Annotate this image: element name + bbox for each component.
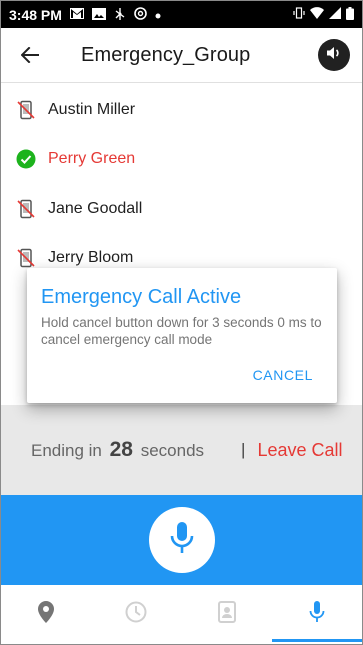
- ending-countdown: Ending in 28 seconds: [31, 438, 204, 462]
- member-list: Austin Miller Perry Green Jane Goodall J…: [1, 85, 362, 283]
- phone-off-icon: [15, 198, 37, 220]
- ending-prefix: Ending in: [31, 441, 102, 460]
- battery-icon: [346, 6, 354, 23]
- dot-icon: [155, 8, 161, 21]
- cancel-button[interactable]: CANCEL: [253, 367, 313, 383]
- leave-call-button[interactable]: Leave Call: [257, 440, 342, 461]
- status-bar: 3:48 PM: [1, 1, 362, 28]
- tab-history[interactable]: [91, 585, 181, 644]
- page-title: Emergency_Group: [81, 43, 251, 66]
- arrow-back-icon[interactable]: [15, 40, 45, 70]
- signal-icon: [329, 7, 341, 22]
- app-bar: Emergency_Group: [1, 28, 362, 83]
- separator: |: [241, 440, 246, 459]
- member-name: Jerry Bloom: [48, 249, 134, 267]
- member-name: Austin Miller: [48, 100, 136, 118]
- status-time: 3:48 PM: [9, 6, 62, 23]
- tab-contacts[interactable]: [182, 585, 272, 644]
- check-circle-icon: [15, 148, 37, 170]
- emergency-dialog: Emergency Call Active Hold cancel button…: [27, 268, 337, 403]
- photo-icon: [91, 7, 106, 22]
- member-name: Perry Green: [48, 150, 136, 168]
- member-name: Jane Goodall: [48, 199, 143, 217]
- speaker-icon: [326, 46, 342, 65]
- system-icons: [293, 6, 354, 23]
- seconds-value: 28: [109, 438, 133, 461]
- contacts-icon: [217, 601, 237, 628]
- clock-icon: [125, 601, 147, 628]
- dialog-message: Hold cancel button down for 3 seconds 0 …: [41, 315, 322, 347]
- gmail-icon: [69, 8, 84, 21]
- list-item[interactable]: Perry Green: [1, 135, 362, 185]
- phone-off-icon: [15, 99, 37, 121]
- location-pin-icon: [38, 601, 55, 628]
- microphone-icon: [169, 521, 195, 560]
- dialog-title: Emergency Call Active: [41, 286, 242, 308]
- phone-screen: 3:48 PM Emergency_Group Austin Miller Pe…: [0, 0, 363, 645]
- push-to-talk-area: [1, 495, 362, 585]
- bottom-nav: [1, 585, 362, 644]
- wifi-icon: [310, 7, 324, 22]
- usb-icon: [114, 7, 126, 22]
- tab-talk[interactable]: [271, 585, 362, 644]
- list-item[interactable]: Austin Miller: [1, 85, 362, 135]
- at-icon: [134, 7, 147, 22]
- list-item[interactable]: Jane Goodall: [1, 184, 362, 234]
- vibrate-icon: [293, 7, 305, 22]
- tab-location[interactable]: [1, 585, 91, 644]
- push-to-talk-button[interactable]: [148, 507, 215, 573]
- microphone-icon: [309, 601, 325, 628]
- notification-icons: [69, 7, 161, 22]
- ending-suffix: seconds: [140, 441, 205, 460]
- call-status-bar: Ending in 28 seconds | Leave Call: [1, 405, 362, 495]
- speaker-button[interactable]: [318, 39, 350, 71]
- phone-off-icon: [15, 247, 37, 269]
